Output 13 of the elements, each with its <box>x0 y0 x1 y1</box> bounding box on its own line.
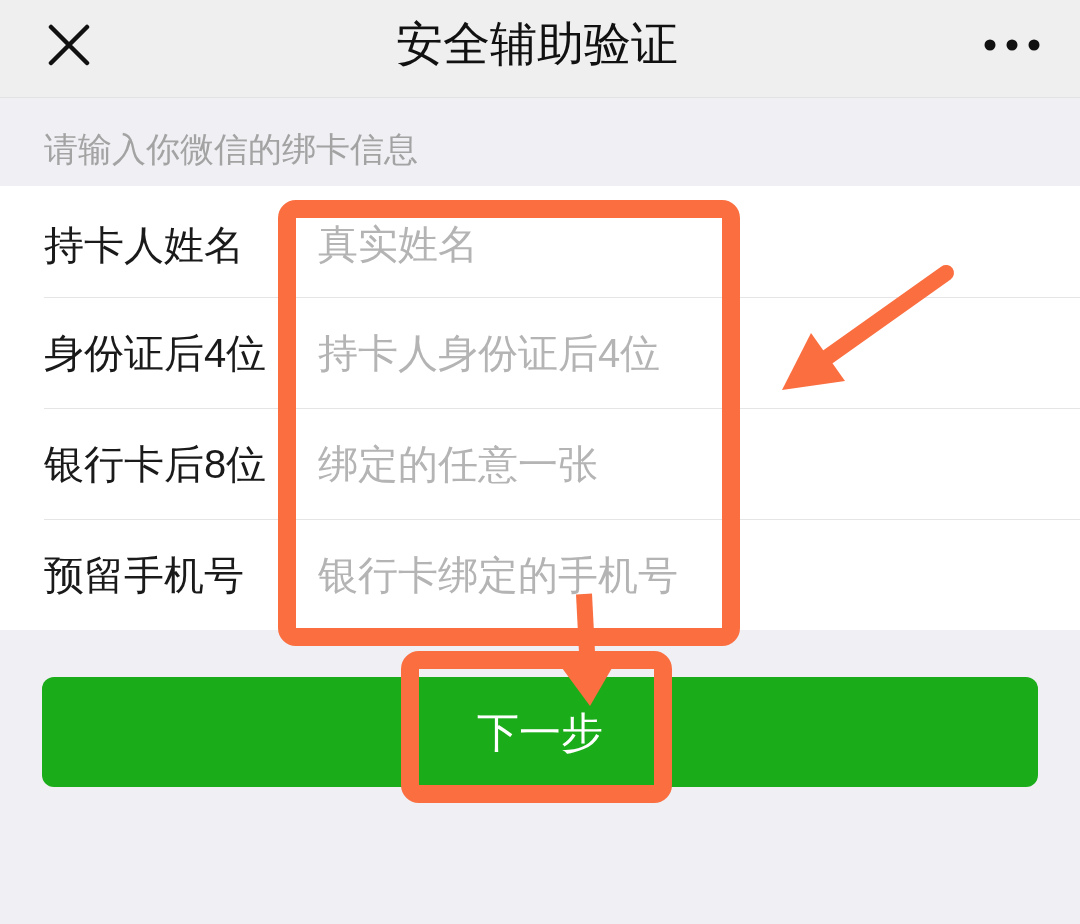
input-field[interactable]: 银行卡绑定的手机号 <box>318 535 1080 615</box>
input-field[interactable]: 绑定的任意一张 <box>318 424 1080 504</box>
input-field[interactable]: 持卡人身份证后4位 <box>318 313 1080 393</box>
page-title: 安全辅助验证 <box>396 16 678 73</box>
more-icon[interactable] <box>984 38 1040 51</box>
field-label: 预留手机号 <box>44 555 245 595</box>
close-icon[interactable] <box>48 23 90 66</box>
field-label: 身份证后4位 <box>44 333 268 373</box>
field-label: 持卡人姓名 <box>44 224 245 265</box>
hint-text: 请输入你微信的绑卡信息 <box>44 132 418 166</box>
input-field[interactable]: 真实姓名 <box>318 204 1080 285</box>
field-label: 银行卡后8位 <box>44 444 268 484</box>
next-button[interactable]: 下一步 <box>42 677 1038 787</box>
